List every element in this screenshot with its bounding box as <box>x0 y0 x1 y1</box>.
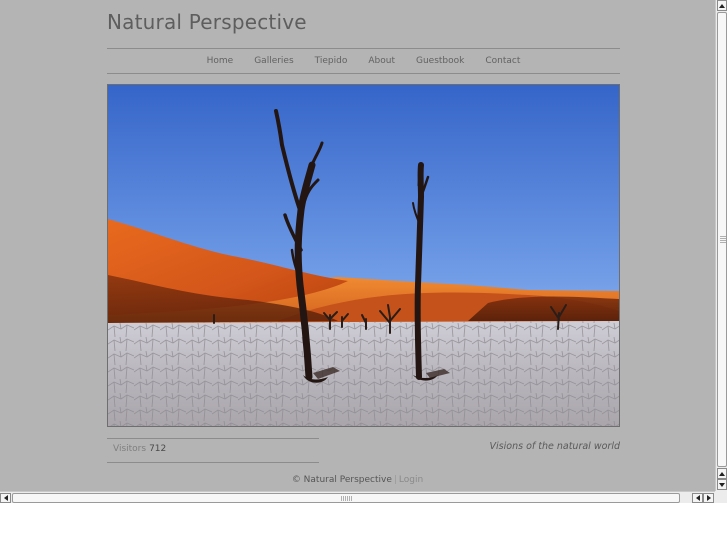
arrow-right-icon <box>706 495 711 501</box>
visitor-counter-label: Visitors <box>113 444 147 454</box>
visitors-divider-bottom <box>107 462 319 463</box>
scroll-left-button-lower[interactable] <box>692 493 703 503</box>
scroll-up-button[interactable] <box>717 0 727 11</box>
arrow-up-icon <box>719 3 725 8</box>
arrow-left-icon <box>3 495 8 501</box>
main-nav: Home Galleries Tiepido About Guestbook C… <box>107 55 620 69</box>
nav-item-about[interactable]: About <box>358 55 406 69</box>
nav-item-home[interactable]: Home <box>196 55 244 69</box>
visitor-counter-value: 712 <box>149 444 167 454</box>
scrollbar-corner <box>715 491 727 503</box>
arrow-up-icon <box>719 471 725 476</box>
visitor-counter: Visitors 712 <box>113 444 166 454</box>
site-tagline: Visions of the natural world <box>489 441 620 452</box>
arrow-down-icon <box>719 482 725 487</box>
footer-separator: | <box>393 475 397 485</box>
nav-item-contact[interactable]: Contact <box>475 55 531 69</box>
arrow-left-icon <box>695 495 700 501</box>
login-link[interactable]: Login <box>399 475 423 485</box>
visitors-divider-top <box>107 438 319 439</box>
vertical-scrollbar[interactable] <box>715 0 727 491</box>
nav-item-guestbook[interactable]: Guestbook <box>405 55 474 69</box>
page-viewport: Natural Perspective Home Galleries Tiepi… <box>0 0 715 491</box>
nav-item-galleries[interactable]: Galleries <box>244 55 304 69</box>
footer: © Natural Perspective | Login <box>0 475 715 485</box>
grip-icon <box>341 496 353 501</box>
scroll-right-button[interactable] <box>703 493 714 503</box>
site-title[interactable]: Natural Perspective <box>107 10 307 34</box>
nav-divider-bottom <box>107 73 620 74</box>
horizontal-scrollbar[interactable] <box>0 491 715 503</box>
hero-photo <box>107 84 620 427</box>
scroll-down-button[interactable] <box>717 479 727 490</box>
footer-copyright: © Natural Perspective <box>291 475 392 485</box>
vertical-scroll-thumb[interactable] <box>717 12 727 467</box>
nav-divider-top <box>107 48 620 49</box>
nav-item-tiepido[interactable]: Tiepido <box>304 55 358 69</box>
hero-photo-image <box>108 85 619 426</box>
scroll-left-button[interactable] <box>0 493 11 503</box>
scroll-up-button-lower[interactable] <box>717 468 727 479</box>
horizontal-scroll-thumb[interactable] <box>12 493 680 503</box>
grip-icon <box>720 236 726 244</box>
